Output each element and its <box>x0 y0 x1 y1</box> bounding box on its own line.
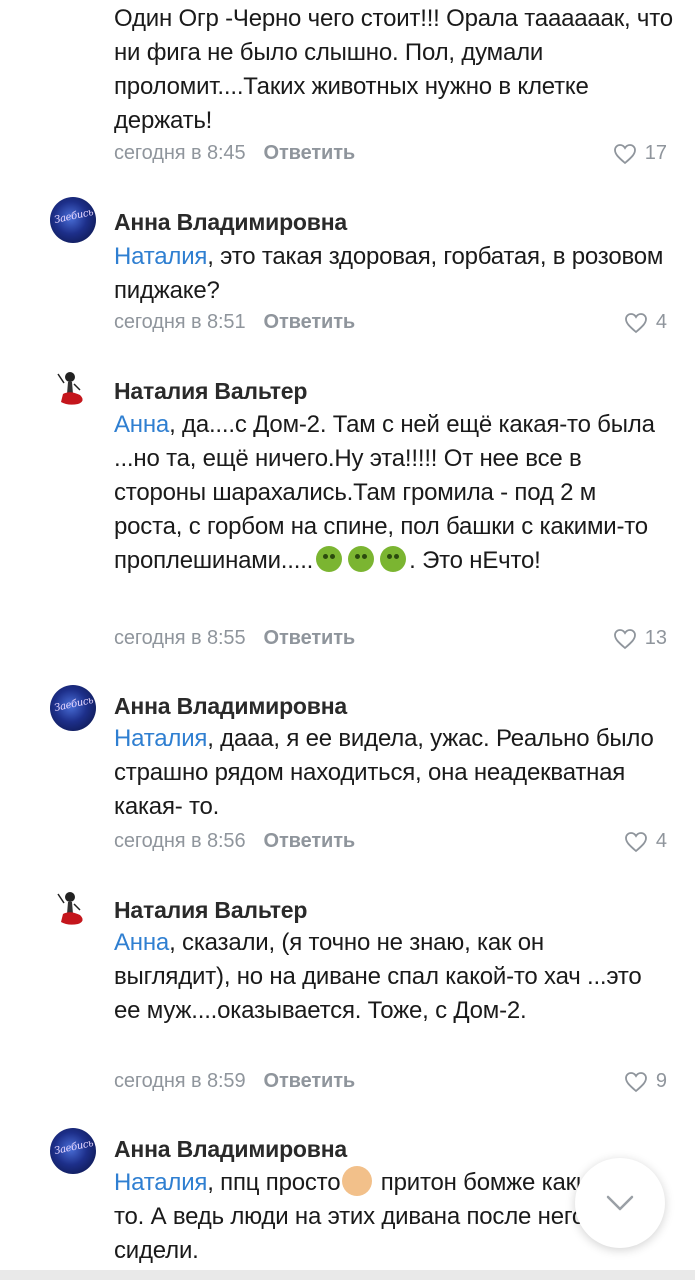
like-button[interactable]: 4 <box>624 311 667 334</box>
comment-meta: сегодня в 8:51 Ответить <box>114 311 355 334</box>
mention-link[interactable]: Наталия <box>114 725 207 752</box>
chevron-down-icon <box>606 1195 634 1211</box>
heart-outline-icon <box>624 312 647 333</box>
avatar[interactable]: Заебись <box>50 197 96 243</box>
like-count: 4 <box>655 830 667 852</box>
heart-outline-icon <box>624 1071 647 1092</box>
heart-outline-icon <box>613 143 636 164</box>
comment-author[interactable]: Анна Владимировна <box>114 209 347 236</box>
dancer-avatar-icon <box>57 372 83 405</box>
comment-author[interactable]: Наталия Вальтер <box>114 378 307 405</box>
comment-author[interactable]: Наталия Вальтер <box>114 897 307 924</box>
heart-outline-icon <box>613 628 636 649</box>
comment-text: Анна, да....с Дом-2. Там с ней ещё какая… <box>114 408 664 578</box>
comment-body: , сказали, (я точно не знаю, как он выгл… <box>114 929 642 1024</box>
comment-text: Наталия, это такая здоровая, горбатая, в… <box>114 240 664 308</box>
nauseated-face-emoji <box>380 546 407 572</box>
reply-button[interactable]: Ответить <box>263 311 355 333</box>
comment-meta: сегодня в 8:56 Ответить <box>114 830 355 853</box>
comment-time: сегодня в 8:51 <box>114 311 246 333</box>
comment-author[interactable]: Анна Владимировна <box>114 693 347 720</box>
reply-button[interactable]: Ответить <box>263 1070 355 1092</box>
comment-meta: сегодня в 8:55 Ответить <box>114 627 355 650</box>
comment-time: сегодня в 8:56 <box>114 830 246 852</box>
avatar[interactable] <box>50 888 96 934</box>
mention-link[interactable]: Наталия <box>114 1169 207 1196</box>
avatar-label: Заебись <box>53 207 95 226</box>
like-button[interactable]: 17 <box>613 142 667 165</box>
comment-time: сегодня в 8:45 <box>114 142 246 164</box>
mention-link[interactable]: Анна <box>114 411 169 438</box>
comment-text: Один Огр -Черно чего стоит!!! Орала тааа… <box>114 5 673 134</box>
like-count: 13 <box>644 627 667 649</box>
comment-time: сегодня в 8:59 <box>114 1070 246 1092</box>
comment-meta: сегодня в 8:45 Ответить <box>114 142 355 165</box>
scroll-down-button[interactable] <box>575 1158 665 1248</box>
reply-button[interactable]: Ответить <box>263 830 355 852</box>
like-count: 9 <box>655 1070 667 1092</box>
mention-link[interactable]: Анна <box>114 929 169 956</box>
avatar-label: Заебись <box>53 1138 95 1157</box>
comment-meta: сегодня в 8:59 Ответить <box>114 1070 355 1093</box>
comment-author[interactable]: Анна Владимировна <box>114 1136 347 1163</box>
comment-time: сегодня в 8:55 <box>114 627 246 649</box>
reply-button[interactable]: Ответить <box>263 627 355 649</box>
comment-text: Наталия, дааа, я ее видела, ужас. Реальн… <box>114 722 664 824</box>
like-button[interactable]: 13 <box>613 627 667 650</box>
avatar[interactable]: Заебись <box>50 1128 96 1174</box>
nauseated-face-emoji <box>316 546 343 572</box>
comment-body: , ппц просто <box>207 1169 341 1196</box>
comment-text: Анна, сказали, (я точно не знаю, как он … <box>114 926 664 1028</box>
avatar[interactable] <box>50 368 96 414</box>
heart-outline-icon <box>624 831 647 852</box>
reply-button[interactable]: Ответить <box>263 142 355 164</box>
like-button[interactable]: 9 <box>624 1070 667 1093</box>
avatar-label: Заебись <box>53 695 95 714</box>
bottom-bar <box>0 1270 695 1280</box>
avatar[interactable]: Заебись <box>50 685 96 731</box>
nauseated-face-emoji <box>348 546 375 572</box>
facepalm-emoji <box>342 1166 373 1196</box>
like-count: 17 <box>644 142 667 164</box>
comment-body-tail: . Это нЕчто! <box>409 547 541 574</box>
like-count: 4 <box>655 311 667 333</box>
mention-link[interactable]: Наталия <box>114 243 207 270</box>
dancer-avatar-icon <box>57 892 83 925</box>
comment-text: Наталия, ппц просто притон бомже каких- … <box>114 1166 634 1268</box>
like-button[interactable]: 4 <box>624 830 667 853</box>
